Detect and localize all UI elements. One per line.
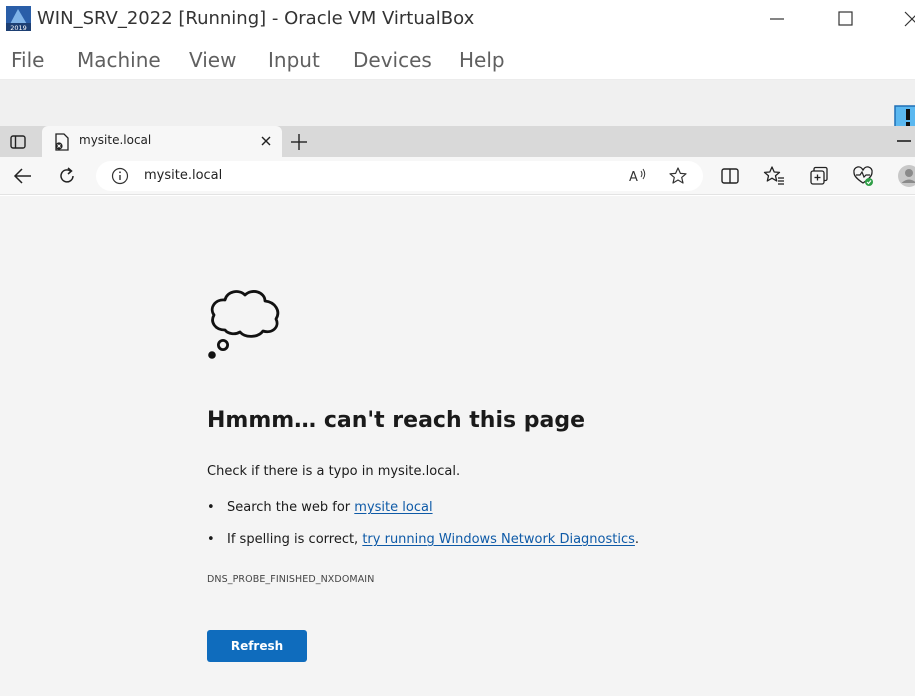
bullet-prefix: If spelling is correct,: [227, 532, 363, 547]
menu-machine[interactable]: Machine: [77, 48, 161, 72]
refresh-button[interactable]: Refresh: [207, 630, 307, 662]
error-heading: Hmmm… can't reach this page: [207, 408, 586, 433]
thought-bubble-icon: [208, 290, 280, 359]
browser-toolbar: mysite.local A: [0, 157, 915, 195]
favorites-icon[interactable]: [763, 165, 785, 187]
tab-actions-icon[interactable]: [8, 132, 28, 152]
address-url-text[interactable]: mysite.local: [144, 168, 222, 183]
menu-devices[interactable]: Devices: [353, 48, 432, 72]
menu-file[interactable]: File: [11, 48, 44, 72]
error-description: Check if there is a typo in mysite.local…: [207, 464, 461, 479]
reload-icon[interactable]: [56, 165, 78, 187]
browser-essentials-icon[interactable]: [852, 165, 874, 187]
browser-minimize-icon[interactable]: [897, 140, 911, 142]
vbox-title-bar: 2019 WIN_SRV_2022 [Running] - Oracle VM …: [0, 0, 915, 38]
split-screen-icon[interactable]: [719, 165, 741, 187]
error-code: DNS_PROBE_FINISHED_NXDOMAIN: [207, 574, 375, 585]
menu-input[interactable]: Input: [268, 48, 320, 72]
tab-title: mysite.local: [79, 133, 152, 147]
read-aloud-icon[interactable]: A: [628, 166, 648, 186]
bullet-search-web: • Search the web for mysite local: [207, 500, 433, 515]
virtualbox-vm-icon: 2019: [6, 6, 31, 31]
bullet-suffix: .: [634, 532, 640, 547]
tab-mysite[interactable]: mysite.local: [42, 126, 282, 157]
svg-text:A: A: [629, 170, 638, 185]
collections-icon[interactable]: [808, 165, 830, 187]
back-icon[interactable]: [12, 165, 34, 187]
bullet-dot: •: [207, 500, 215, 515]
search-web-link[interactable]: mysite local: [354, 500, 432, 515]
address-bar[interactable]: mysite.local A: [96, 161, 703, 191]
window-title: WIN_SRV_2022 [Running] - Oracle VM Virtu…: [37, 8, 475, 29]
minimize-window-icon[interactable]: [764, 6, 790, 32]
new-tab-icon[interactable]: [289, 132, 309, 152]
bullet-dot: •: [207, 532, 215, 547]
close-tab-icon[interactable]: [259, 134, 273, 148]
network-diagnostics-link[interactable]: try running Windows Network Diagnostics: [362, 532, 635, 547]
maximize-window-icon[interactable]: [832, 6, 858, 32]
menu-help[interactable]: Help: [459, 48, 505, 72]
bullet-prefix: Search the web for: [227, 500, 355, 515]
menu-view[interactable]: View: [189, 48, 236, 72]
favorite-star-icon[interactable]: [668, 166, 688, 186]
svg-text:2019: 2019: [10, 24, 27, 31]
browser-tab-strip: mysite.local: [0, 126, 915, 157]
vbox-menu-bar: File Machine View Input Devices Help: [0, 38, 915, 80]
profile-icon[interactable]: [897, 164, 915, 188]
page-error-favicon-icon: [55, 133, 69, 151]
guest-desktop-area: [0, 80, 915, 126]
close-window-icon[interactable]: [899, 6, 915, 32]
site-info-icon[interactable]: [111, 167, 129, 185]
bullet-network-diagnostics: • If spelling is correct, try running Win…: [207, 532, 639, 547]
error-page: Hmmm… can't reach this page Check if the…: [0, 196, 915, 696]
